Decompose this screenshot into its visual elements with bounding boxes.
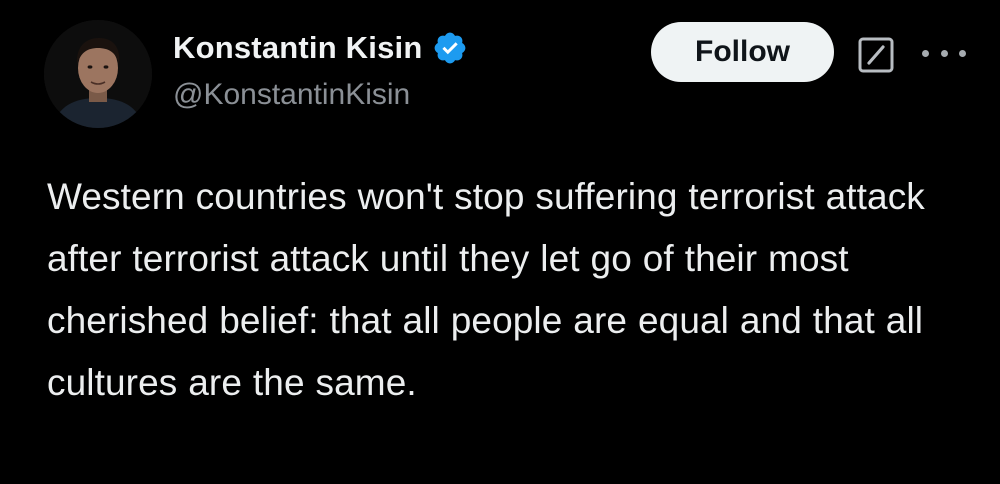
avatar[interactable] xyxy=(44,20,152,128)
more-dot xyxy=(959,49,966,57)
name-row: Konstantin Kisin xyxy=(173,26,603,70)
user-info: Konstantin Kisin @KonstantinKisin xyxy=(173,26,603,112)
tweet-card: Konstantin Kisin @KonstantinKisin Follow… xyxy=(0,0,1000,484)
grok-icon[interactable] xyxy=(857,36,895,74)
more-dot xyxy=(940,49,948,57)
more-options-icon[interactable] xyxy=(922,38,966,68)
avatar-image xyxy=(44,20,152,128)
verified-badge-icon xyxy=(432,30,468,66)
display-name[interactable]: Konstantin Kisin xyxy=(173,30,422,66)
follow-button[interactable]: Follow xyxy=(651,22,834,82)
more-dot xyxy=(922,49,929,57)
handle[interactable]: @KonstantinKisin xyxy=(173,78,603,112)
tweet-text: Western countries won't stop suffering t… xyxy=(47,176,925,403)
